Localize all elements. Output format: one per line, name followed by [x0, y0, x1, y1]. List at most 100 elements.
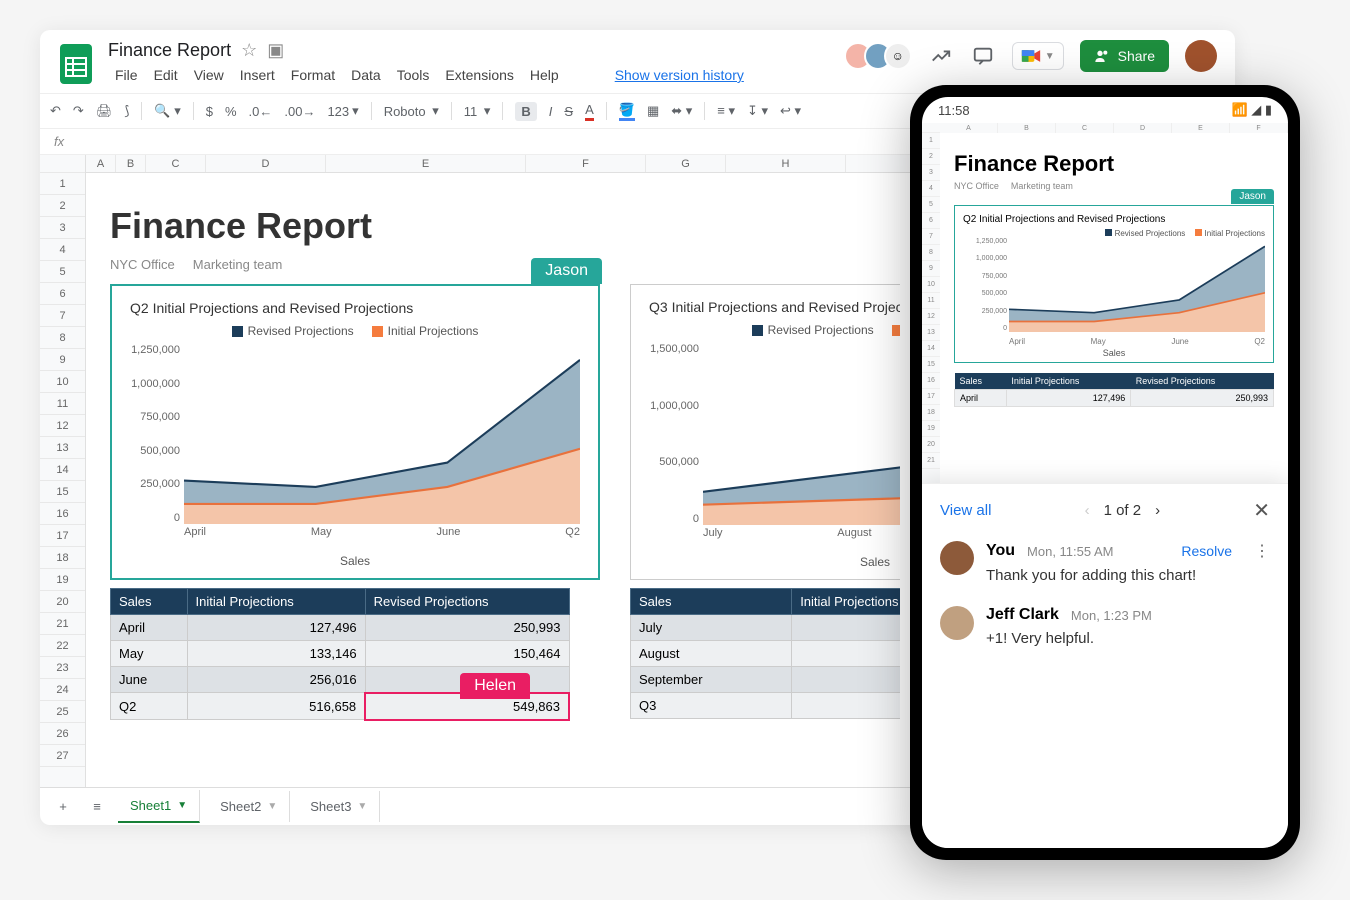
redo-icon[interactable]: ↷	[73, 103, 84, 119]
print-icon[interactable]: 🖨	[96, 103, 113, 119]
version-history-link[interactable]: Show version history	[608, 64, 751, 86]
text-color-icon[interactable]: A	[585, 102, 594, 121]
table-cell[interactable]: 174,753	[792, 615, 900, 641]
close-icon[interactable]: ✕	[1253, 498, 1270, 523]
table-row[interactable]: May133,146150,464	[111, 641, 570, 667]
table-cell[interactable]: Q3	[631, 693, 792, 719]
table-row[interactable]: August220,199	[631, 641, 901, 667]
row-headers[interactable]: 1234567891011121314151617181920212223242…	[40, 155, 86, 787]
table-cell[interactable]: Q2	[111, 693, 188, 720]
folder-move-icon[interactable]: ▣	[267, 40, 284, 61]
row-header[interactable]: 21	[40, 613, 85, 635]
table-cell[interactable]: 150,464	[365, 641, 569, 667]
phone-chart[interactable]: Jason Q2 Initial Projections and Revised…	[954, 205, 1274, 363]
row-header[interactable]: 10	[40, 371, 85, 393]
column-header[interactable]: H	[726, 155, 846, 172]
chart-q2[interactable]: Q2 Initial Projections and Revised Proje…	[110, 284, 600, 580]
sheet-tab[interactable]: Sheet3 ▼	[298, 791, 380, 822]
next-comment-icon[interactable]: ›	[1155, 502, 1160, 519]
table-cell[interactable]: 256,016	[187, 667, 365, 693]
row-header[interactable]: 25	[40, 701, 85, 723]
row-header[interactable]: 2	[40, 195, 85, 217]
valign-icon[interactable]: ↧ ▾	[747, 103, 768, 119]
account-avatar[interactable]	[1185, 40, 1217, 72]
view-all-link[interactable]: View all	[940, 502, 991, 519]
row-header[interactable]: 7	[40, 305, 85, 327]
comment[interactable]: YouMon, 11:55 AMResolve⋮Thank you for ad…	[940, 541, 1270, 584]
row-header[interactable]: 15	[40, 481, 85, 503]
undo-icon[interactable]: ↶	[50, 103, 61, 119]
table-cell[interactable]: 127,496	[187, 615, 365, 641]
wrap-icon[interactable]: ↩ ▾	[780, 103, 801, 119]
chevron-down-icon[interactable]: ▼	[177, 800, 187, 811]
halign-icon[interactable]: ≡ ▾	[717, 103, 735, 119]
table-cell[interactable]: July	[631, 615, 792, 641]
column-header[interactable]: D	[206, 155, 326, 172]
prev-comment-icon[interactable]: ‹	[1085, 502, 1090, 519]
row-header[interactable]	[40, 155, 85, 173]
italic-icon[interactable]: I	[549, 104, 553, 119]
comment[interactable]: Jeff ClarkMon, 1:23 PM+1! Very helpful.	[940, 606, 1270, 647]
avatar-anon-icon[interactable]: ☺	[884, 42, 912, 70]
table-cell[interactable]: 133,146	[187, 641, 365, 667]
meet-button[interactable]: ▼	[1012, 42, 1064, 70]
row-header[interactable]: 23	[40, 657, 85, 679]
sheet-tab[interactable]: Sheet1 ▼	[118, 790, 200, 823]
comments-icon[interactable]	[970, 43, 996, 69]
strike-icon[interactable]: S	[564, 104, 573, 119]
row-header[interactable]: 6	[40, 283, 85, 305]
menu-extensions[interactable]: Extensions	[438, 64, 520, 86]
number-format[interactable]: 123 ▾	[327, 103, 358, 119]
row-header[interactable]: 22	[40, 635, 85, 657]
activity-icon[interactable]	[928, 43, 954, 69]
row-header[interactable]: 24	[40, 679, 85, 701]
row-header[interactable]: 12	[40, 415, 85, 437]
increase-decimal-icon[interactable]: .00→	[284, 104, 315, 119]
table-cell[interactable]: 516,658	[187, 693, 365, 720]
table-cell[interactable]: 220,199	[792, 641, 900, 667]
row-header[interactable]: 5	[40, 261, 85, 283]
table-row[interactable]: Q3630,290	[631, 693, 901, 719]
phone-data-table[interactable]: SalesInitial ProjectionsRevised Projecti…	[954, 373, 1274, 407]
row-header[interactable]: 26	[40, 723, 85, 745]
row-header[interactable]: 13	[40, 437, 85, 459]
row-header[interactable]: 3	[40, 217, 85, 239]
menu-tools[interactable]: Tools	[390, 64, 437, 86]
row-header[interactable]: 19	[40, 569, 85, 591]
row-header[interactable]: 27	[40, 745, 85, 767]
menu-help[interactable]: Help	[523, 64, 566, 86]
currency-icon[interactable]: $	[206, 104, 213, 119]
doc-title[interactable]: Finance Report	[108, 40, 231, 61]
paint-format-icon[interactable]: ⟆	[124, 103, 129, 119]
merge-icon[interactable]: ⬌ ▾	[671, 103, 692, 119]
share-button[interactable]: Share	[1080, 40, 1169, 72]
table-row[interactable]: April127,496250,993	[111, 615, 570, 641]
borders-icon[interactable]: ▦	[647, 103, 659, 119]
row-header[interactable]: 8	[40, 327, 85, 349]
column-header[interactable]: E	[326, 155, 526, 172]
table-cell[interactable]: May	[111, 641, 188, 667]
row-header[interactable]: 14	[40, 459, 85, 481]
row-header[interactable]: 4	[40, 239, 85, 261]
table-cell[interactable]: 250,993	[365, 615, 569, 641]
resolve-button[interactable]: Resolve	[1181, 543, 1232, 559]
decrease-decimal-icon[interactable]: .0←	[249, 104, 273, 119]
star-icon[interactable]: ☆	[241, 40, 257, 61]
menu-data[interactable]: Data	[344, 64, 388, 86]
column-header[interactable]: G	[646, 155, 726, 172]
chart-q3[interactable]: Q3 Initial Projections and Revised Proje…	[630, 284, 900, 580]
more-icon[interactable]: ⋮	[1254, 541, 1270, 561]
table-cell[interactable]: September	[631, 667, 792, 693]
zoom-dropdown[interactable]: 🔍 ▾	[154, 103, 180, 119]
sheet-tab[interactable]: Sheet2 ▼	[208, 791, 290, 822]
menu-file[interactable]: File	[108, 64, 145, 86]
row-header[interactable]: 20	[40, 591, 85, 613]
table-cell[interactable]: April	[111, 615, 188, 641]
row-header[interactable]: 17	[40, 525, 85, 547]
phone-grid[interactable]: 123456789101112131415161718192021 ABCDEF…	[922, 123, 1288, 483]
column-header[interactable]: F	[526, 155, 646, 172]
percent-icon[interactable]: %	[225, 104, 237, 119]
row-header[interactable]: 11	[40, 393, 85, 415]
all-sheets-icon[interactable]: ≡	[84, 794, 110, 820]
row-header[interactable]: 1	[40, 173, 85, 195]
